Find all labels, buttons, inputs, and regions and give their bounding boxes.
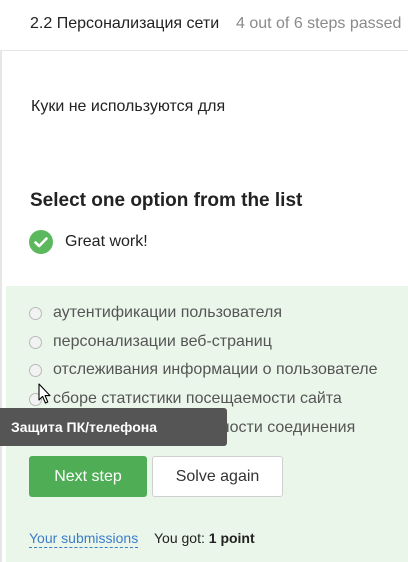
your-submissions-link[interactable]: Your submissions (29, 530, 139, 548)
tooltip: Защита ПК/телефона (0, 408, 227, 446)
option-2[interactable]: персонализации веб-страниц (29, 331, 272, 353)
feedback-message: Great work! (29, 230, 148, 254)
score-prefix: You got: (154, 530, 205, 546)
score-text: You got: 1 point (154, 530, 255, 546)
left-divider (0, 0, 2, 562)
radio-button[interactable] (29, 335, 42, 349)
radio-button[interactable] (29, 363, 42, 377)
option-3[interactable]: отслеживания информации о пользователе (29, 359, 378, 381)
solve-again-button[interactable]: Solve again (152, 456, 283, 497)
option-label: сборе статистики посещаемости сайта (53, 390, 342, 407)
step-header: 2.2 Персонализация сети 4 out of 6 steps… (0, 0, 408, 51)
radio-button[interactable] (29, 306, 42, 320)
mouse-pointer-icon (38, 383, 51, 404)
feedback-text: Great work! (65, 233, 148, 250)
option-label: аутентификации пользователя (53, 304, 283, 321)
question-text: Куки не используются для (31, 98, 226, 115)
steps-progress: 4 out of 6 steps passed (236, 15, 402, 32)
option-4[interactable]: сборе статистики посещаемости сайта (29, 388, 342, 410)
score-value: 1 point (208, 530, 255, 546)
checkmark-circle-icon (29, 230, 53, 254)
next-step-button[interactable]: Next step (29, 456, 147, 497)
option-label: персонализации веб-страниц (53, 333, 272, 350)
quiz-instruction: Select one option from the list (30, 190, 303, 211)
tooltip-text: Защита ПК/телефона (11, 419, 158, 435)
option-1[interactable]: аутентификации пользователя (29, 302, 282, 324)
option-label: отслеживания информации о пользователе (53, 361, 378, 378)
lesson-title[interactable]: 2.2 Персонализация сети (30, 15, 219, 33)
